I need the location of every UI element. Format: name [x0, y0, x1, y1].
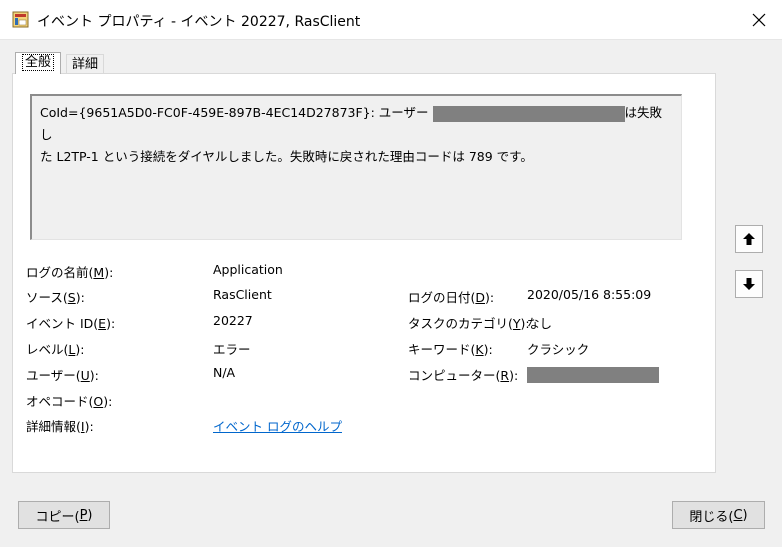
description-line-2: た L2TP-1 という接続をダイヤルしました。失敗時に戻された理由コードは 7… — [40, 149, 533, 164]
close-icon — [752, 13, 766, 26]
close-button-key: C — [733, 507, 743, 523]
level-label: レベル(L): — [26, 342, 85, 357]
event-log-help-link[interactable]: イベント ログのヘルプ — [213, 416, 342, 435]
task-category-label: タスクのカテゴリ(Y): — [408, 316, 530, 331]
previous-event-button[interactable] — [735, 225, 763, 253]
user-value: N/A — [213, 365, 236, 380]
copy-button[interactable]: コピー(P) — [18, 501, 110, 529]
log-name-label: ログの名前(M): — [26, 265, 114, 280]
arrow-down-icon — [743, 278, 755, 290]
close-button-suffix: ) — [742, 507, 748, 523]
redacted-computer-name — [527, 367, 659, 383]
close-button[interactable]: 閉じる(C) — [672, 501, 765, 529]
task-category-value: なし — [527, 316, 553, 331]
event-description[interactable]: CoId={9651A5D0-FC0F-459E-897B-4EC14D2787… — [30, 94, 682, 240]
copy-button-suffix: ) — [87, 507, 93, 523]
computer-label: コンピューター(R): — [408, 368, 519, 383]
tab-details-label: 詳細 — [72, 57, 99, 72]
event-id-label: イベント ID(E): — [26, 316, 116, 331]
arrow-up-icon — [743, 233, 755, 245]
logged-label: ログの日付(D): — [408, 290, 495, 305]
level-value: エラー — [213, 342, 251, 357]
log-name-value: Application — [213, 262, 283, 277]
more-info-label: 詳細情報(I): — [26, 419, 94, 434]
source-value: RasClient — [213, 287, 272, 302]
next-event-button[interactable] — [735, 270, 763, 298]
event-viewer-icon — [12, 11, 29, 28]
close-window-button[interactable] — [736, 0, 782, 39]
logged-value: 2020/05/16 8:55:09 — [527, 287, 652, 302]
title-bar: イベント プロパティ - イベント 20227, RasClient — [0, 0, 782, 40]
keywords-label: キーワード(K): — [408, 342, 493, 357]
tab-general-label: 全般 — [22, 54, 55, 71]
window-title: イベント プロパティ - イベント 20227, RasClient — [37, 14, 361, 30]
description-text-1: CoId={9651A5D0-FC0F-459E-897B-4EC14D2787… — [40, 105, 433, 120]
copy-button-label: コピー( — [35, 509, 80, 525]
tab-general[interactable]: 全般 — [15, 52, 62, 74]
description-line-1: CoId={9651A5D0-FC0F-459E-897B-4EC14D2787… — [40, 102, 673, 146]
copy-button-key: P — [79, 507, 88, 523]
source-label: ソース(S): — [26, 290, 85, 305]
event-id-value: 20227 — [213, 313, 253, 328]
keywords-value: クラシック — [527, 342, 590, 357]
opcode-label: オペコード(O): — [26, 394, 113, 409]
tab-details[interactable]: 詳細 — [66, 54, 105, 73]
close-button-label: 閉じる( — [689, 509, 734, 525]
user-label: ユーザー(U): — [26, 368, 99, 383]
redacted-username — [432, 105, 625, 122]
